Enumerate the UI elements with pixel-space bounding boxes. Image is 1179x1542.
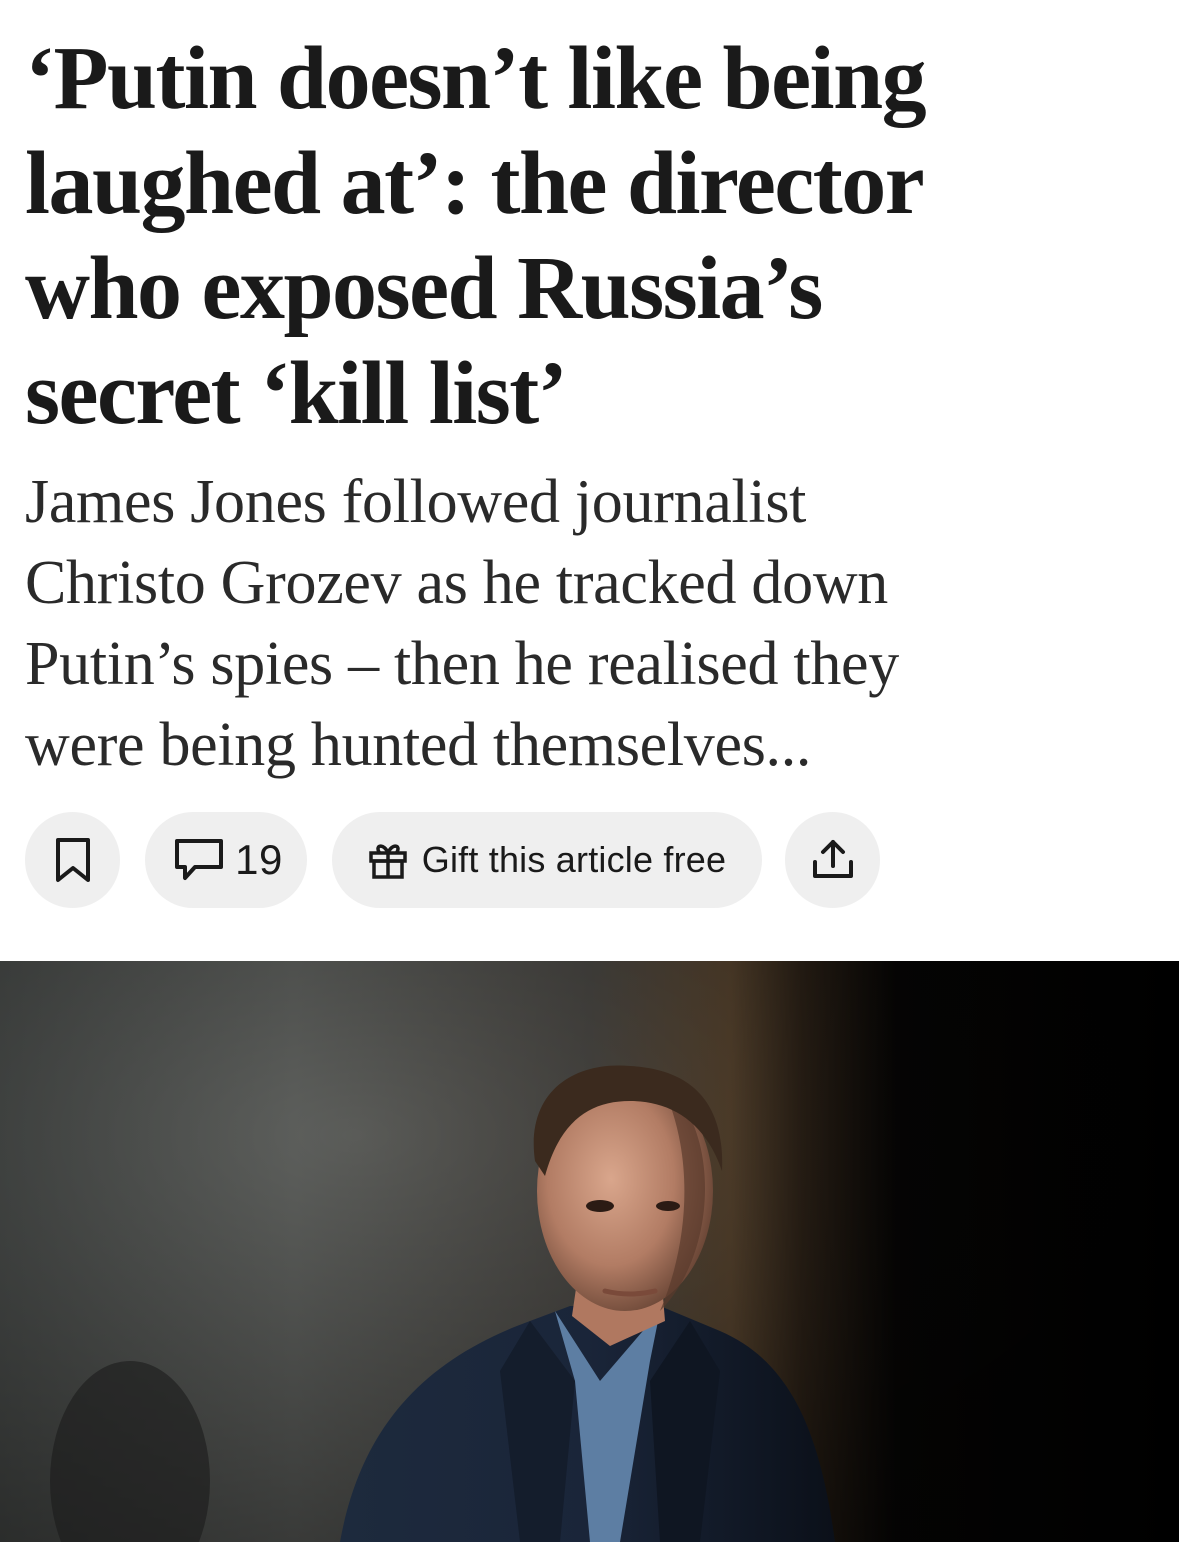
portrait-illustration bbox=[0, 961, 1179, 1542]
standfirst-line: Putin’s spies – then he realised they bbox=[25, 630, 899, 698]
gift-article-button[interactable]: Gift this article free bbox=[332, 812, 762, 908]
share-button[interactable] bbox=[785, 812, 880, 908]
headline-line: secret ‘kill list’ bbox=[25, 344, 568, 443]
standfirst-line: were being hunted themselves... bbox=[25, 711, 812, 779]
headline-line: ‘Putin doesn’t like being bbox=[25, 29, 927, 128]
headline-line: laughed at’: the director bbox=[25, 134, 925, 233]
share-icon bbox=[811, 838, 855, 882]
gift-icon bbox=[368, 840, 408, 880]
article-headline: ‘Putin doesn’t like being laughed at’: t… bbox=[25, 26, 1155, 446]
comment-count: 19 bbox=[235, 836, 283, 883]
article-standfirst: James Jones followed journalist Christo … bbox=[25, 462, 1155, 786]
article-action-bar: 19 Gift this article free bbox=[25, 812, 1155, 908]
comments-button[interactable]: 19 bbox=[145, 812, 307, 908]
gift-article-label: Gift this article free bbox=[421, 839, 727, 880]
standfirst-line: Christo Grozev as he tracked down bbox=[25, 549, 889, 617]
standfirst-line: James Jones followed journalist bbox=[25, 468, 807, 536]
comment-icon bbox=[173, 837, 225, 883]
article-hero-photo bbox=[0, 961, 1179, 1542]
bookmark-button[interactable] bbox=[25, 812, 120, 908]
headline-line: who exposed Russia’s bbox=[25, 239, 823, 338]
bookmark-icon bbox=[53, 836, 93, 884]
